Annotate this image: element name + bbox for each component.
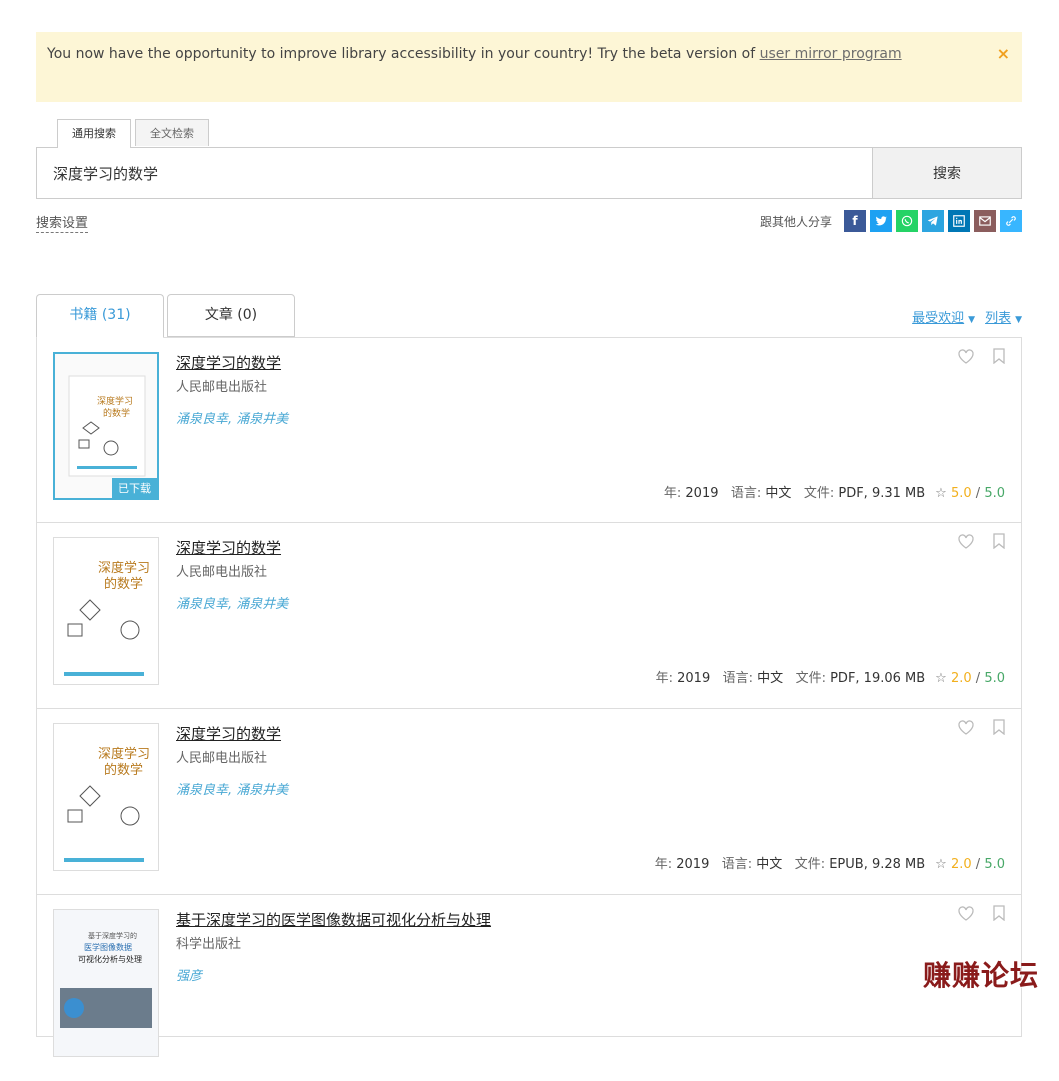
share-bar: 跟其他人分享 f — [760, 210, 1022, 232]
cover-title-line2: 的数学 — [104, 762, 143, 778]
book-language: 中文 — [756, 857, 783, 872]
accessibility-banner: You now have the opportunity to improve … — [36, 32, 1022, 102]
book-cover[interactable]: 深度学习 的数学 — [53, 537, 159, 685]
list-item: 深度学习 的数学 深度学习的数学 人民邮电出版社 涌泉良幸, 涌泉井美 年: 2… — [37, 523, 1021, 709]
tab-books[interactable]: 书籍 (31) — [36, 294, 164, 338]
chevron-down-icon: ▼ — [1015, 315, 1022, 325]
book-year: 2019 — [685, 486, 719, 501]
book-cover[interactable]: 基于深度学习的 医学图像数据 可视化分析与处理 — [53, 909, 159, 1057]
heart-icon[interactable] — [957, 533, 975, 549]
book-authors-link[interactable]: 涌泉良幸, 涌泉井美 — [176, 593, 288, 612]
book-file: PDF, 19.06 MB — [830, 671, 926, 686]
book-language: 中文 — [765, 486, 792, 501]
link-icon[interactable] — [1000, 210, 1022, 232]
book-cover[interactable]: 深度学习 的数学 已下载 — [53, 352, 159, 500]
results-list: 深度学习 的数学 已下载 深度学习的数学 人民邮电出版社 涌泉良幸, 涌泉井美 … — [36, 337, 1022, 1057]
tab-general-search[interactable]: 通用搜索 — [57, 119, 131, 148]
book-publisher: 人民邮电出版社 — [176, 380, 268, 395]
bookmark-icon[interactable] — [993, 348, 1005, 364]
close-icon[interactable]: × — [997, 43, 1010, 64]
cover-title-line1: 深度学习 — [98, 560, 150, 576]
book-title-link[interactable]: 深度学习的数学 — [176, 352, 281, 373]
book-language: 中文 — [757, 671, 784, 686]
heart-icon[interactable] — [957, 905, 975, 921]
star-icon: ☆ — [935, 857, 947, 872]
book-file: PDF, 9.31 MB — [838, 486, 926, 501]
sort-popular-dropdown[interactable]: 最受欢迎 — [912, 311, 964, 326]
book-rating: 2.0 — [950, 671, 972, 686]
list-item: 基于深度学习的 医学图像数据 可视化分析与处理 基于深度学习的医学图像数据可视化… — [37, 895, 1021, 1081]
heart-icon[interactable] — [957, 348, 975, 364]
list-item: 深度学习 的数学 已下载 深度学习的数学 人民邮电出版社 涌泉良幸, 涌泉井美 … — [37, 338, 1021, 523]
search-button[interactable]: 搜索 — [872, 148, 1021, 198]
email-icon[interactable] — [974, 210, 996, 232]
book-publisher: 人民邮电出版社 — [176, 751, 268, 766]
book-rating: 2.0 — [950, 857, 972, 872]
book-title-link[interactable]: 深度学习的数学 — [176, 537, 281, 558]
list-item: 深度学习 的数学 深度学习的数学 人民邮电出版社 涌泉良幸, 涌泉井美 年: 2… — [37, 709, 1021, 895]
book-authors-link[interactable]: 涌泉良幸, 涌泉井美 — [176, 779, 288, 798]
star-icon: ☆ — [935, 486, 947, 501]
bookmark-icon[interactable] — [993, 533, 1005, 549]
cover-title-line1: 基于深度学习的 — [88, 931, 137, 940]
banner-text: You now have the opportunity to improve … — [47, 46, 760, 62]
sort-controls: 最受欢迎 ▼ 列表 ▼ — [912, 307, 1022, 326]
cover-title-line2: 的数学 — [104, 576, 143, 592]
book-meta: 年: 2019 语言: 中文 文件: EPUB, 9.28 MB ☆ 2.0 / … — [654, 857, 1005, 872]
whatsapp-icon[interactable] — [896, 210, 918, 232]
cover-title-line2: 的数学 — [103, 407, 130, 419]
book-authors-link[interactable]: 涌泉良幸, 涌泉井美 — [176, 408, 288, 427]
book-year: 2019 — [677, 671, 711, 686]
search-mode-tabs: 通用搜索 全文检索 — [57, 119, 209, 148]
book-publisher: 科学出版社 — [176, 937, 242, 952]
telegram-icon[interactable] — [922, 210, 944, 232]
book-year: 2019 — [676, 857, 710, 872]
tab-fulltext-search[interactable]: 全文检索 — [135, 119, 209, 146]
heart-icon[interactable] — [957, 719, 975, 735]
book-rating-max: 5.0 — [984, 671, 1005, 686]
book-rating-max: 5.0 — [984, 857, 1005, 872]
search-input[interactable] — [37, 148, 872, 198]
book-cover[interactable]: 深度学习 的数学 — [53, 723, 159, 871]
view-mode-dropdown[interactable]: 列表 — [985, 311, 1011, 326]
user-mirror-link[interactable]: user mirror program — [760, 46, 902, 62]
cover-title-line1: 深度学习 — [97, 395, 133, 407]
tab-articles[interactable]: 文章 (0) — [167, 294, 295, 337]
search-bar: 搜索 — [36, 147, 1022, 199]
book-authors-link[interactable]: 强彦 — [176, 965, 202, 984]
book-publisher: 人民邮电出版社 — [176, 565, 268, 580]
share-label: 跟其他人分享 — [759, 214, 832, 229]
downloaded-badge: 已下载 — [112, 478, 157, 498]
facebook-icon[interactable]: f — [844, 210, 866, 232]
book-meta: 年: 2019 语言: 中文 文件: PDF, 19.06 MB ☆ 2.0 / … — [655, 671, 1005, 686]
book-title-link[interactable]: 深度学习的数学 — [176, 723, 281, 744]
book-rating: 5.0 — [950, 486, 972, 501]
star-icon: ☆ — [935, 671, 947, 686]
result-tabs: 书籍 (31) 文章 (0) — [36, 294, 295, 338]
chevron-down-icon: ▼ — [968, 315, 976, 325]
cover-title-line2: 医学图像数据 — [84, 942, 132, 952]
cover-title-line1: 深度学习 — [98, 746, 150, 762]
twitter-icon[interactable] — [870, 210, 892, 232]
cover-title-line3: 可视化分析与处理 — [78, 954, 142, 964]
bookmark-icon[interactable] — [993, 719, 1005, 735]
search-settings-link[interactable]: 搜索设置 — [36, 216, 89, 233]
book-rating-max: 5.0 — [984, 486, 1005, 501]
watermark: 赚赚论坛 — [922, 959, 1039, 992]
book-meta: 年: 2019 语言: 中文 文件: PDF, 9.31 MB ☆ 5.0 / 5… — [663, 486, 1005, 501]
book-title-link[interactable]: 基于深度学习的医学图像数据可视化分析与处理 — [176, 909, 491, 930]
linkedin-icon[interactable] — [948, 210, 970, 232]
book-file: EPUB, 9.28 MB — [829, 857, 926, 872]
bookmark-icon[interactable] — [993, 905, 1005, 921]
